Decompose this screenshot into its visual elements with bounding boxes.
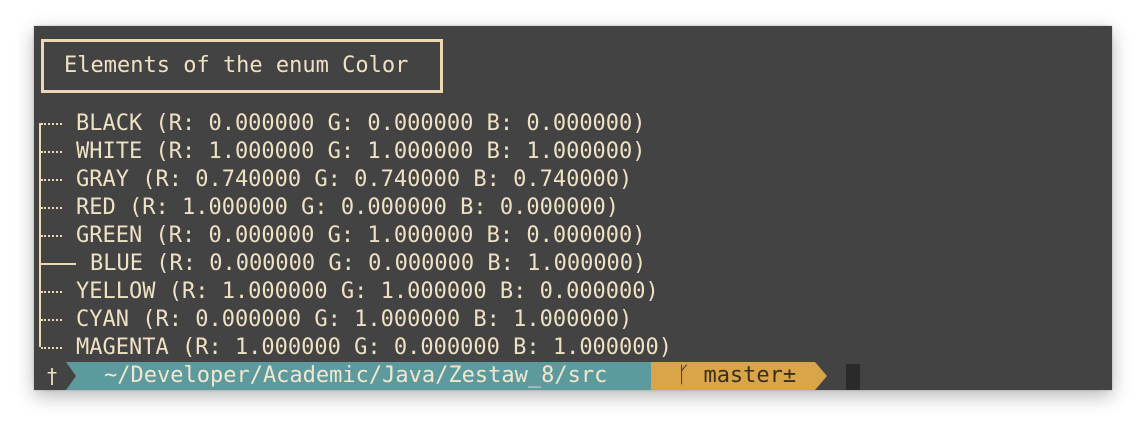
tree-connector: [41, 179, 62, 181]
enum-row-text: RED (R: 1.000000 G: 0.000000 B: 0.000000…: [76, 195, 620, 220]
tree-connector: [41, 235, 62, 237]
enum-row: BLUE (R: 0.000000 G: 0.000000 B: 1.00000…: [34, 250, 934, 278]
current-path: ~/Developer/Academic/Java/Zestaw_8/src: [104, 363, 608, 388]
enum-row-text: MAGENTA (R: 1.000000 G: 0.000000 B: 1.00…: [76, 335, 673, 360]
git-segment-end-arrow: [815, 362, 827, 390]
enum-row-text: CYAN (R: 0.000000 G: 1.000000 B: 1.00000…: [76, 307, 633, 332]
enum-row: MAGENTA (R: 1.000000 G: 0.000000 B: 1.00…: [34, 334, 934, 362]
tree-connector: [41, 291, 62, 293]
enum-row: YELLOW (R: 1.000000 G: 1.000000 B: 0.000…: [34, 278, 934, 306]
enum-row-text: YELLOW (R: 1.000000 G: 1.000000 B: 0.000…: [76, 279, 659, 304]
heading-box: Elements of the enum Color: [41, 39, 443, 93]
enum-row-text: WHITE (R: 1.000000 G: 1.000000 B: 1.0000…: [76, 139, 646, 164]
tree-connector-selected: [41, 263, 76, 265]
tree-connector: [41, 151, 62, 153]
git-segment: ᚴ master±: [651, 362, 815, 390]
terminal-window[interactable]: Elements of the enum Color BLACK (R: 0.0…: [34, 26, 1112, 390]
path-segment: ~/Developer/Academic/Java/Zestaw_8/src: [76, 362, 651, 390]
tree-connector: [41, 319, 62, 321]
enum-row: BLACK (R: 0.000000 G: 0.000000 B: 0.0000…: [34, 110, 934, 138]
enum-row: WHITE (R: 1.000000 G: 1.000000 B: 1.0000…: [34, 138, 934, 166]
enum-row: GREEN (R: 0.000000 G: 1.000000 B: 0.0000…: [34, 222, 934, 250]
shell-prompt[interactable]: † ~/Developer/Academic/Java/Zestaw_8/src…: [34, 362, 1112, 390]
tree-connector: [41, 123, 62, 125]
terminal-cursor[interactable]: [846, 364, 860, 390]
enum-row-text: GRAY (R: 0.740000 G: 0.740000 B: 0.74000…: [76, 167, 633, 192]
enum-row-text: BLACK (R: 0.000000 G: 0.000000 B: 0.0000…: [76, 111, 646, 136]
enum-row-text: GREEN (R: 0.000000 G: 1.000000 B: 0.0000…: [76, 223, 646, 248]
enum-row: GRAY (R: 0.740000 G: 0.740000 B: 0.74000…: [34, 166, 934, 194]
tree-connector: [41, 207, 62, 209]
enum-row: RED (R: 1.000000 G: 0.000000 B: 0.000000…: [34, 194, 934, 222]
heading-text: Elements of the enum Color: [64, 53, 409, 78]
prompt-symbol: †: [46, 364, 59, 388]
git-branch: ᚴ master±: [677, 363, 797, 388]
tree-connector: [41, 347, 62, 349]
enum-row-text: BLUE (R: 0.000000 G: 0.000000 B: 1.00000…: [90, 251, 647, 276]
path-segment-start-arrow: [66, 362, 76, 390]
enum-row: CYAN (R: 0.000000 G: 1.000000 B: 1.00000…: [34, 306, 934, 334]
